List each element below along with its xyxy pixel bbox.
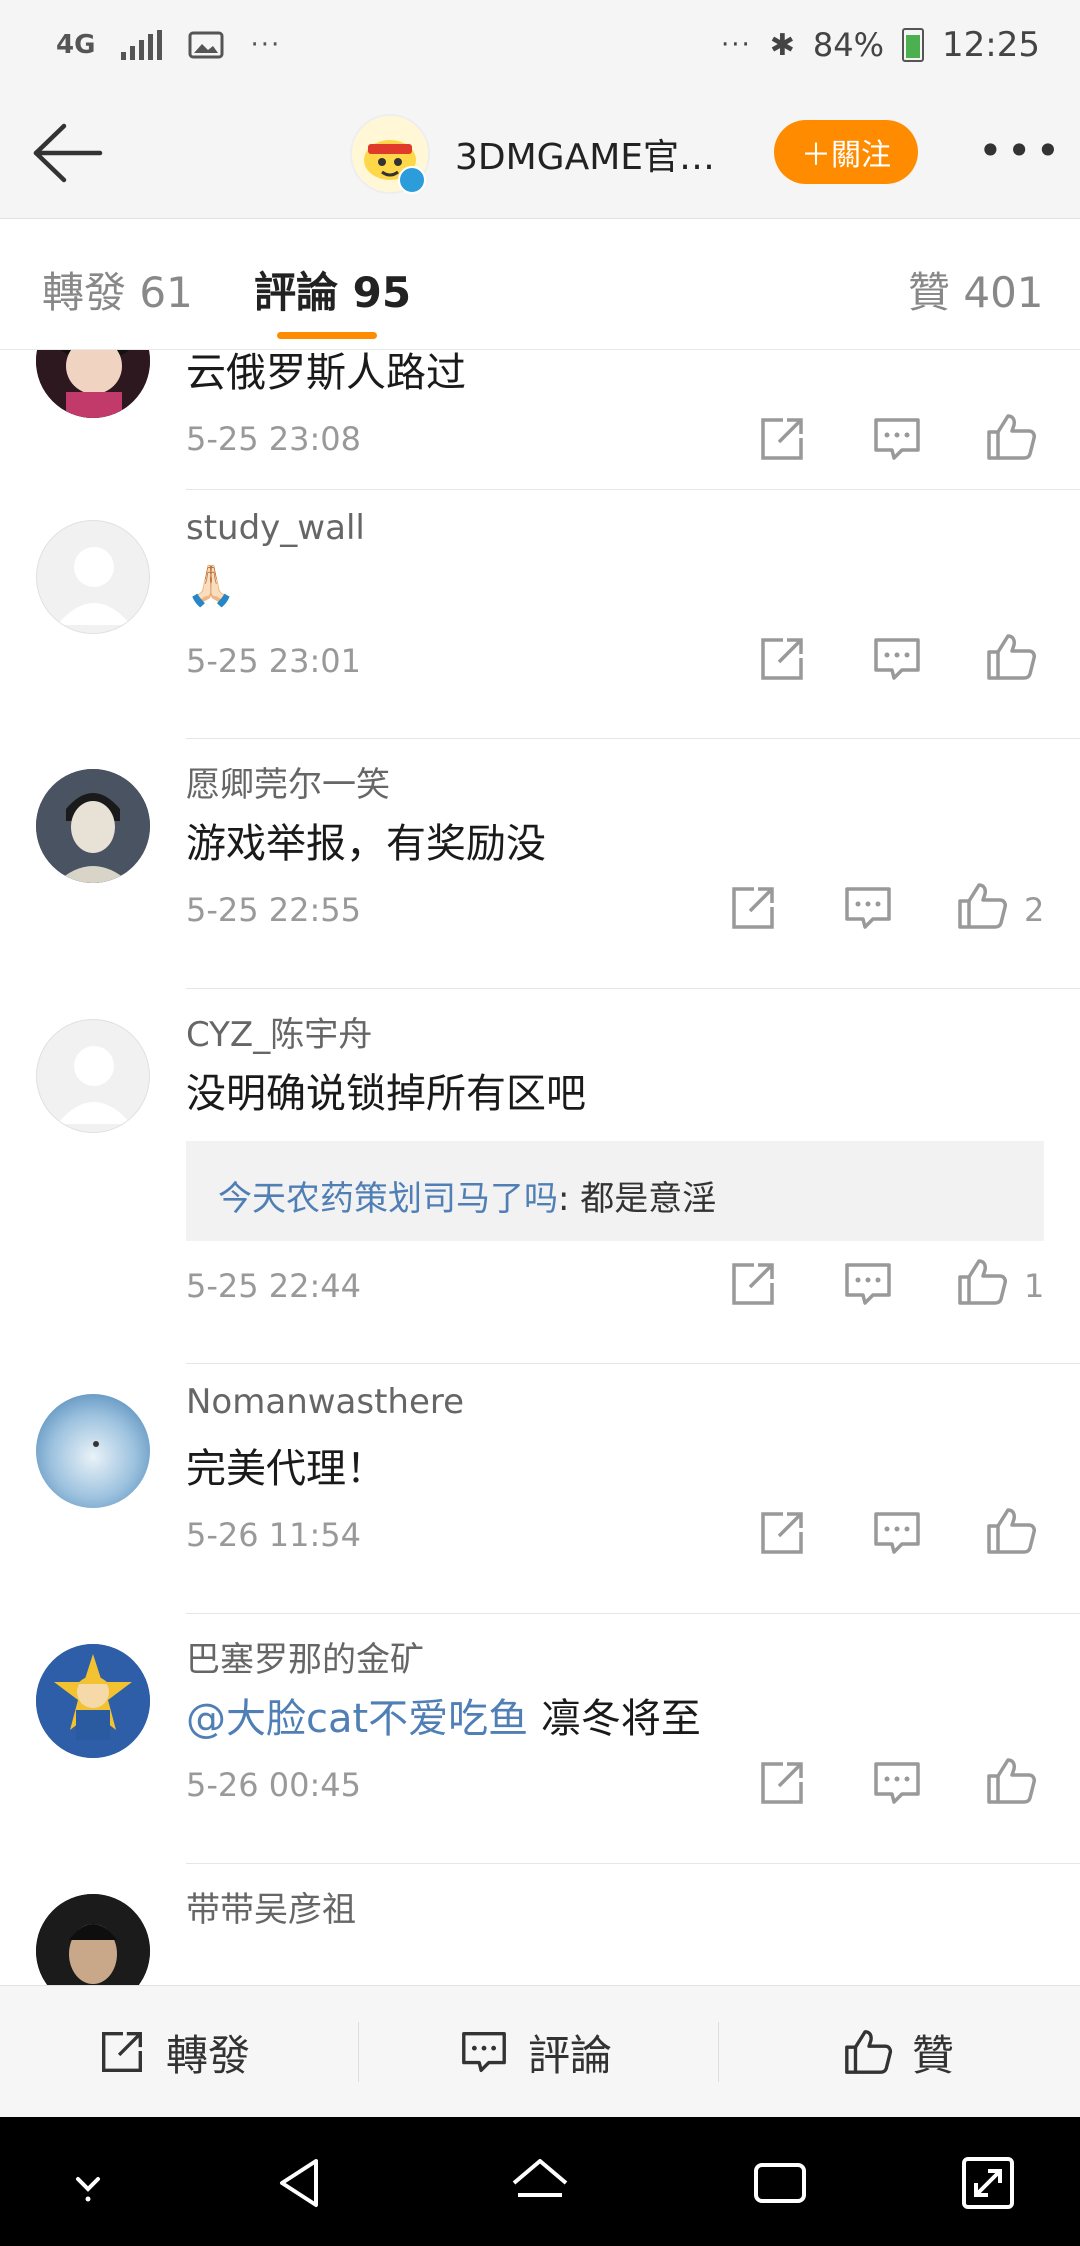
like-icon[interactable] (984, 1504, 1038, 1558)
comment-text: 完美代理！ (186, 1446, 386, 1492)
comment-icon[interactable] (841, 881, 895, 935)
comment-time: 5-25 22:55 (186, 891, 362, 929)
network-type: 4G (56, 30, 96, 60)
comment-item: Nomanwasthere 完美代理！ 5-26 11:54 (0, 1364, 1080, 1614)
like-icon[interactable] (955, 879, 1009, 933)
divider (718, 2022, 719, 2082)
back-nav-icon[interactable] (260, 2143, 340, 2223)
comment-icon[interactable] (870, 1506, 924, 1560)
bottom-like-button[interactable]: 贊 (842, 1986, 954, 2118)
username[interactable]: 带带吴彦祖 (186, 1882, 356, 1931)
user-avatar[interactable] (36, 1644, 150, 1758)
username[interactable]: study_wall (186, 508, 365, 548)
battery-percent: 84% (812, 26, 885, 64)
comment-item: 带带吴彦祖 (0, 1864, 1080, 1985)
comment-time: 5-26 00:45 (186, 1766, 362, 1804)
reply-author-name[interactable]: 今天农药策划司马了吗 (218, 1179, 558, 1219)
repost-icon[interactable] (755, 632, 809, 686)
repost-icon[interactable] (755, 412, 809, 466)
status-overflow: ··· (720, 30, 752, 60)
bottom-comment-button[interactable]: 評論 (458, 1986, 612, 2118)
comment-item: CYZ_陈宇舟 没明确说锁掉所有区吧 今天农药策划司马了吗: 都是意淫 5-25… (0, 989, 1080, 1364)
like-count: 1 (1024, 1267, 1045, 1305)
username[interactable]: 愿卿莞尔一笑 (186, 757, 390, 806)
bottom-repost-button[interactable]: 轉發 (96, 1986, 250, 2118)
like-icon (845, 2030, 893, 2074)
more-options-icon[interactable]: ••• (978, 130, 1064, 172)
like-icon[interactable] (955, 1255, 1009, 1309)
image-icon (188, 31, 224, 59)
user-avatar-default[interactable] (36, 1019, 150, 1133)
reply-author[interactable]: 今天农药策划司马了吗: 都是意淫 (218, 1171, 716, 1220)
comment-item: 巴塞罗那的金矿 @大脸cat不爱吃鱼 凛冬将至 5-26 00:45 (0, 1614, 1080, 1864)
account-name[interactable]: 3DMGAME官… (455, 128, 715, 180)
mention-link[interactable]: @大脸cat不爱吃鱼 (186, 1696, 528, 1742)
comment-icon[interactable] (870, 1756, 924, 1810)
system-navigation-bar (0, 2117, 1080, 2246)
active-tab-indicator (277, 332, 377, 339)
notification-overflow: ··· (250, 30, 282, 60)
comment-icon[interactable] (841, 1257, 895, 1311)
user-avatar[interactable] (36, 1394, 150, 1508)
comment-text: @大脸cat不爱吃鱼 凛冬将至 (186, 1686, 701, 1744)
follow-button[interactable]: ＋關注 (774, 120, 918, 184)
bottom-like-label: 贊 (912, 2030, 955, 2080)
bottom-action-bar: 轉發 評論 贊 (0, 1985, 1080, 2118)
username[interactable]: 巴塞罗那的金矿 (186, 1632, 424, 1681)
battery-icon (902, 28, 925, 62)
divider (358, 2022, 359, 2082)
reply-text: : 都是意淫 (558, 1179, 717, 1219)
like-icon[interactable] (984, 630, 1038, 684)
user-avatar[interactable] (36, 350, 150, 418)
comment-icon[interactable] (870, 632, 924, 686)
comment-text: 没明确说锁掉所有区吧 (186, 1071, 586, 1117)
tab-comments[interactable]: 評論 95 (254, 259, 411, 320)
comment-time: 5-25 23:08 (186, 420, 362, 458)
comment-icon (462, 2032, 506, 2072)
back-arrow-icon[interactable] (28, 120, 104, 186)
comment-body: 凛冬将至 (528, 1696, 701, 1742)
bottom-repost-label: 轉發 (166, 2030, 251, 2080)
user-avatar-default[interactable] (36, 520, 150, 634)
tab-bar: 轉發 61 評論 95 贊 401 (0, 219, 1080, 350)
top-nav-bar: 3DMGAME官… ＋關注 ••• (0, 90, 1080, 219)
like-icon[interactable] (984, 1754, 1038, 1808)
tab-likes[interactable]: 贊 401 (908, 259, 1044, 320)
comment-item: study_wall 🙏🏻 5-25 23:01 (0, 490, 1080, 739)
username[interactable]: Nomanwasthere (186, 1382, 464, 1422)
comment-text: 🙏🏻 (186, 563, 236, 609)
repost-icon[interactable] (755, 1756, 809, 1810)
repost-icon[interactable] (726, 881, 780, 935)
user-avatar[interactable] (36, 769, 150, 883)
comment-text: 云俄罗斯人路过 (186, 350, 466, 396)
signal-icon (121, 30, 163, 60)
comment-item: 愿卿莞尔一笑 游戏举报，有奖励没 5-25 22:55 2 (0, 739, 1080, 989)
tab-repost[interactable]: 轉發 61 (42, 259, 193, 320)
comment-icon[interactable] (870, 412, 924, 466)
expand-screen-icon[interactable] (948, 2143, 1028, 2223)
recent-apps-icon[interactable] (740, 2143, 820, 2223)
bluetooth-icon: ✱ (769, 27, 795, 63)
like-count: 2 (1024, 891, 1045, 929)
comment-time: 5-25 22:44 (186, 1267, 362, 1305)
comment-time: 5-26 11:54 (186, 1516, 362, 1554)
like-icon[interactable] (984, 410, 1038, 464)
repost-icon[interactable] (755, 1506, 809, 1560)
comment-time: 5-25 23:01 (186, 642, 362, 680)
username[interactable]: CYZ_陈宇舟 (186, 1007, 372, 1056)
reply-preview[interactable]: 今天农药策划司马了吗: 都是意淫 (186, 1141, 1044, 1241)
clock: 12:25 (942, 25, 1040, 65)
repost-icon (102, 2032, 142, 2072)
comment-list[interactable]: 云俄罗斯人路过 5-25 23:08 study_wall 🙏🏻 5-25 23… (0, 350, 1080, 1985)
verified-badge-icon (398, 166, 426, 194)
status-bar: 4G ··· ··· ✱ 84% 12:25 (0, 0, 1080, 90)
comment-text: 游戏举报，有奖励没 (186, 821, 546, 867)
bottom-comment-label: 評論 (528, 2030, 613, 2080)
user-avatar[interactable] (36, 1894, 150, 1985)
home-nav-icon[interactable] (500, 2143, 580, 2223)
hide-keyboard-icon[interactable] (48, 2143, 128, 2223)
repost-icon[interactable] (726, 1257, 780, 1311)
comment-item: 云俄罗斯人路过 5-25 23:08 (0, 350, 1080, 490)
